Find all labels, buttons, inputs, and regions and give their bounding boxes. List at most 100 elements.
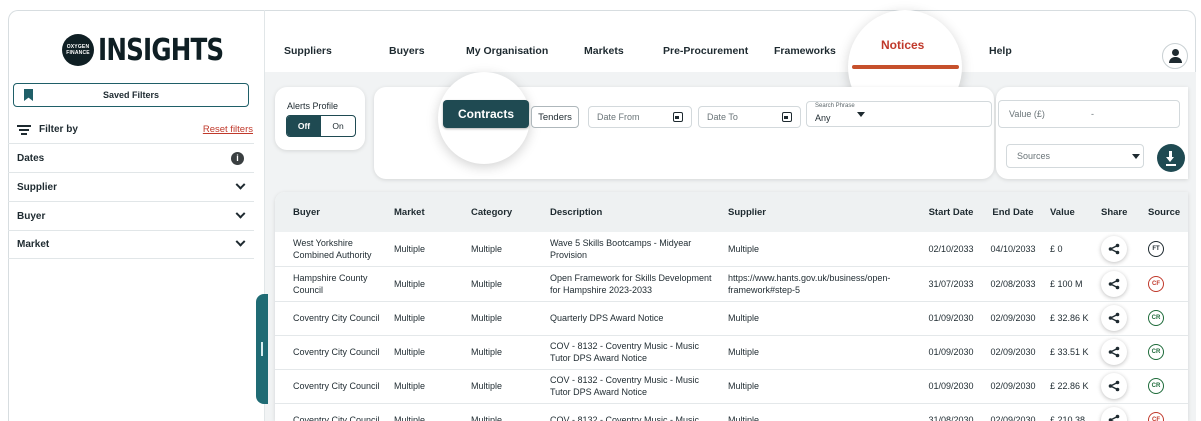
cell-share (1095, 335, 1142, 370)
cell-supplier: Multiple (722, 403, 920, 421)
cell-share (1095, 403, 1142, 421)
market-text: Multiple (394, 347, 426, 357)
source-cr-icon[interactable]: CR (1148, 344, 1164, 360)
nav-suppliers[interactable]: Suppliers (284, 45, 332, 57)
sidebar-item-supplier[interactable]: Supplier (8, 172, 254, 201)
cell-buyer: Coventry City Council (275, 403, 388, 421)
reset-filters-link[interactable]: Reset filters (203, 124, 253, 135)
share-button[interactable] (1101, 270, 1127, 297)
table-row[interactable]: Coventry City Council Multiple Multiple COV… (275, 335, 1188, 370)
source-cf-icon[interactable]: CF (1148, 275, 1164, 292)
sidebar-item-market[interactable]: Market (8, 230, 254, 259)
nav-notices[interactable]: Notices (881, 38, 924, 52)
nav-frameworks[interactable]: Frameworks (774, 45, 836, 57)
cell-category: Multiple (457, 266, 544, 302)
supplier-text[interactable]: https://www.hants.gov.uk/business/open-f… (728, 273, 890, 295)
saved-filters-button[interactable]: Saved Filters (13, 83, 249, 107)
end-date-text: 02/09/2030 (990, 415, 1036, 421)
cell-supplier: Multiple (722, 335, 920, 370)
alerts-off-option[interactable]: Off (287, 116, 321, 136)
market-text: Multiple (394, 243, 426, 254)
supplier-text: Multiple (728, 313, 760, 323)
share-button[interactable] (1101, 235, 1127, 262)
badge-line-2: FINANCE (66, 50, 90, 56)
share-button[interactable] (1101, 305, 1127, 331)
sidebar-item-label: Buyer (17, 210, 46, 222)
supplier-text: Multiple (728, 381, 760, 391)
cell-buyer: Hampshire County Council (275, 266, 388, 302)
share-icon (1108, 243, 1120, 255)
sidebar-item-label: Market (17, 239, 50, 250)
sidebar-collapse-handle[interactable] (256, 294, 268, 404)
source-cf-icon[interactable]: CF (1148, 412, 1164, 421)
date-to-field[interactable]: Date To (698, 106, 801, 128)
nav-buyers[interactable]: Buyers (389, 45, 425, 57)
cell-description: Wave 5 Skills Bootcamps - Midyear Provis… (544, 232, 722, 267)
value-text: £ 22.86 K (1050, 381, 1089, 391)
date-from-field[interactable]: Date From (588, 106, 692, 128)
info-icon[interactable]: i (231, 151, 244, 165)
share-button[interactable] (1101, 339, 1127, 365)
logo[interactable]: OXYGEN FINANCE INSIGHTS (62, 30, 251, 70)
table-row[interactable]: Coventry City Council Multiple Multiple COV… (275, 369, 1188, 404)
sidebar-item-dates[interactable]: Dates i (8, 143, 254, 172)
col-supplier[interactable]: Supplier (722, 192, 920, 232)
cell-source: CR (1142, 301, 1188, 336)
table-row[interactable]: West Yorkshire Combined Authority Multipl… (275, 232, 1188, 267)
table-row[interactable]: Coventry City Council Multiple Multiple COV… (275, 403, 1188, 421)
cell-share (1095, 232, 1142, 267)
category-text: Multiple (471, 381, 503, 391)
col-description[interactable]: Description (544, 192, 722, 232)
saved-filters-label: Saved Filters (102, 90, 160, 100)
alerts-on-option[interactable]: On (321, 116, 355, 136)
sidebar-item-buyer[interactable]: Buyer (8, 201, 254, 230)
cell-value: £ 210.38 (1044, 403, 1095, 421)
source-cr-icon[interactable]: CR (1148, 310, 1164, 326)
col-value[interactable]: Value (1044, 192, 1095, 232)
contracts-tab[interactable]: Contracts (443, 100, 529, 128)
cell-source: CF (1142, 266, 1188, 302)
date-to-placeholder: Date To (707, 112, 738, 122)
cell-start-date: 31/07/2033 (920, 266, 982, 302)
col-market[interactable]: Market (388, 192, 457, 232)
cell-buyer: Coventry City Council (275, 335, 388, 370)
cell-supplier: Multiple (722, 301, 920, 336)
value-text: £ 33.51 K (1050, 347, 1089, 357)
alerts-toggle[interactable]: Off On (286, 115, 356, 137)
category-text: Multiple (471, 243, 503, 254)
start-date-text: 31/07/2033 (928, 278, 974, 289)
nav-pre-procurement[interactable]: Pre-Procurement (663, 45, 748, 57)
source-cr-icon[interactable]: CR (1148, 378, 1164, 394)
col-category[interactable]: Category (457, 192, 544, 232)
cell-start-date: 01/09/2030 (920, 335, 982, 370)
col-buyer[interactable]: Buyer (275, 192, 388, 232)
user-avatar[interactable] (1162, 43, 1188, 69)
description-text: Open Framework for Skills Development fo… (550, 272, 712, 295)
value-field[interactable]: Value (£) - (998, 100, 1180, 128)
calendar-icon[interactable] (673, 112, 683, 122)
cell-description: COV - 8132 - Coventry Music - Music (544, 403, 722, 421)
share-button[interactable] (1101, 407, 1127, 421)
nav-my-organisation[interactable]: My Organisation (466, 45, 548, 57)
description-text: Wave 5 Skills Bootcamps - Midyear Provis… (550, 237, 692, 260)
tenders-tab[interactable]: Tenders (531, 106, 579, 128)
filter-by-label: Filter by (39, 123, 78, 135)
cell-description: Open Framework for Skills Development fo… (544, 266, 722, 302)
nav-help[interactable]: Help (989, 45, 1012, 57)
nav-markets[interactable]: Markets (584, 45, 624, 57)
cell-value: £ 22.86 K (1044, 369, 1095, 404)
chevron-down-icon (235, 236, 246, 247)
source-ft-icon[interactable]: FT (1148, 240, 1164, 257)
cell-end-date: 02/09/2030 (982, 369, 1044, 404)
download-button[interactable] (1157, 144, 1185, 172)
col-end-date[interactable]: End Date (982, 192, 1044, 232)
sources-select[interactable]: Sources (1006, 144, 1144, 168)
share-button[interactable] (1101, 373, 1127, 399)
search-phrase-value: Any (815, 113, 831, 123)
table-row[interactable]: Hampshire County Council Multiple Multiple… (275, 266, 1188, 302)
cell-start-date: 02/10/2033 (920, 232, 982, 267)
calendar-icon[interactable] (782, 112, 792, 122)
market-text: Multiple (394, 415, 426, 421)
col-start-date[interactable]: Start Date (920, 192, 982, 232)
table-row[interactable]: Coventry City Council Multiple Multiple Qua… (275, 301, 1188, 336)
